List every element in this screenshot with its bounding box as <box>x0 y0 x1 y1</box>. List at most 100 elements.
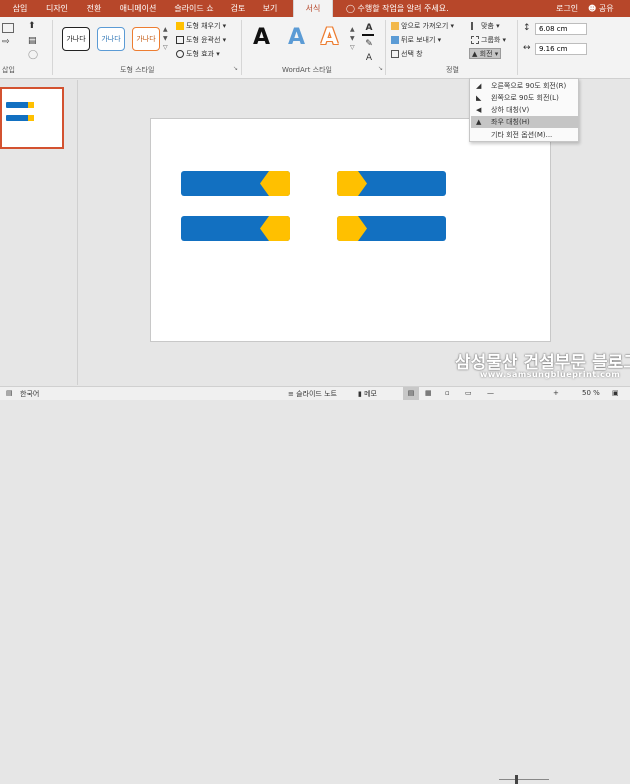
shape-style-orange[interactable]: 가나다 <box>132 27 160 51</box>
watermark-url: www.samsungblueprint.com <box>480 370 621 379</box>
shape-fill-button[interactable]: 도형 채우기 ▾ <box>176 21 226 32</box>
shape-outline-button[interactable]: 도형 윤곽선 ▾ <box>176 35 226 46</box>
share-label: 공유 <box>598 4 614 13</box>
flip-horizontal-label: 좌우 대칭(H) <box>491 118 530 126</box>
selection-pane-button[interactable]: 선택 창 <box>391 49 423 60</box>
spellcheck-icon[interactable]: ▤ <box>6 389 13 397</box>
tab-insert[interactable]: 삽입 <box>8 0 32 17</box>
send-backward-icon <box>391 36 399 44</box>
signin-link[interactable]: 로그인 <box>556 0 578 17</box>
ribbon-tab-bar: 삽입 디자인 전환 애니메이션 슬라이드 쇼 검토 보기 서식 ◯ 수행할 작업… <box>0 0 630 17</box>
flip-vertical-label: 상하 대칭(V) <box>491 106 530 114</box>
bring-forward-label: 앞으로 가져오기 <box>401 22 449 30</box>
shape-style-black[interactable]: 가나다 <box>62 27 90 51</box>
tab-transitions[interactable]: 전환 <box>80 0 108 17</box>
shape-outline-label: 도형 윤곽선 <box>186 36 221 44</box>
tell-me-box[interactable]: ◯ 수행할 작업을 알려 주세요. <box>346 0 449 17</box>
slide-canvas[interactable] <box>150 118 551 342</box>
shape-style-blue[interactable]: 가나다 <box>97 27 125 51</box>
bring-forward-button[interactable]: 앞으로 가져오기 ▾ <box>391 21 454 32</box>
slide-thumbnail-panel <box>0 80 78 385</box>
shape-bar-bottom-left[interactable] <box>181 216 290 241</box>
align-button[interactable]: 맞춤 ▾ <box>471 21 500 32</box>
flip-vertical-item[interactable]: ◀ 상하 대칭(V) <box>471 104 578 116</box>
notes-button[interactable]: ≡ 슬라이드 노트 <box>288 389 337 399</box>
text-effects-icon[interactable]: A <box>362 52 376 64</box>
group-button[interactable]: 그룹화 ▾ <box>471 35 506 46</box>
rotate-button[interactable]: ▲ 회전 ▾ <box>469 48 502 59</box>
group-divider <box>385 20 386 75</box>
rotate-icon: ▲ <box>472 50 478 58</box>
shape-effects-button[interactable]: 도형 효과 ▾ <box>176 49 220 60</box>
shape-bar-top-left[interactable] <box>181 171 290 196</box>
language-status[interactable]: 한국어 <box>20 389 39 399</box>
dialog-launcher-icon[interactable]: ↘ <box>233 65 238 72</box>
rotate-right-90-item[interactable]: ◢ 오른쪽으로 90도 회전(R) <box>471 80 578 92</box>
zoom-slider-handle[interactable] <box>515 775 518 784</box>
send-backward-button[interactable]: 뒤로 보내기 ▾ <box>391 35 441 46</box>
tab-slideshow[interactable]: 슬라이드 쇼 <box>168 0 220 17</box>
rectangle-shape-icon[interactable] <box>2 23 14 33</box>
shape-fill-label: 도형 채우기 <box>186 22 221 30</box>
share-button[interactable]: ☻ 공유 <box>588 0 614 17</box>
rotate-dropdown-menu: ◢ 오른쪽으로 90도 회전(R) ◣ 왼쪽으로 90도 회전(L) ◀ 상하 대칭(… <box>469 78 579 142</box>
bring-forward-icon <box>391 22 399 30</box>
fit-to-window-icon[interactable]: ▣ <box>612 389 619 397</box>
status-bar: ▤ 한국어 ≡ 슬라이드 노트 ▮ 메모 ▤ ▦ ▫ ▭ — + 50 % ▣ <box>0 386 630 784</box>
textbox-icon[interactable]: ▤ <box>28 36 40 46</box>
notes-icon: ≡ <box>288 390 294 398</box>
wordart-orange[interactable]: A <box>321 25 338 50</box>
shape-height-field[interactable] <box>535 23 587 35</box>
selection-pane-icon <box>391 50 399 58</box>
wordart-gallery-scroll[interactable]: ▲ ▼ ▽ <box>350 25 355 52</box>
comments-label: 메모 <box>364 390 377 398</box>
slideshow-view-icon[interactable]: ▭ <box>465 389 472 397</box>
comment-icon: ▮ <box>358 390 362 398</box>
text-fill-icon[interactable]: A <box>362 22 376 34</box>
person-icon: ☻ <box>588 4 597 13</box>
width-icon: ↔ <box>523 43 531 53</box>
shape-bar-bottom-right[interactable] <box>337 216 446 241</box>
rotate-label: 회전 <box>479 50 493 58</box>
more-rotation-options-item[interactable]: 기타 회전 옵션(M)... <box>471 129 578 141</box>
zoom-level[interactable]: 50 % <box>582 389 600 397</box>
effects-icon <box>176 50 184 58</box>
group-icon <box>471 36 479 44</box>
comments-button[interactable]: ▮ 메모 <box>358 389 377 399</box>
group-divider <box>52 20 53 75</box>
shape-bar-top-right[interactable] <box>337 171 446 196</box>
tab-review[interactable]: 검토 <box>226 0 250 17</box>
shape-width-field[interactable] <box>535 43 587 55</box>
ribbon: ⇨ ⬆ ▤ ◯ 삽입 가나다 가나다 가나다 ▲ ▼ ▽ 도형 채우기 ▾ 도형 윤… <box>0 17 630 79</box>
group-shape-styles-label: 도형 스타일 <box>120 66 155 74</box>
tab-animations[interactable]: 애니메이션 <box>114 0 162 17</box>
rotate-right-90-label: 오른쪽으로 90도 회전(R) <box>491 82 567 90</box>
shape-style-gallery-scroll[interactable]: ▲ ▼ ▽ <box>163 25 168 52</box>
rotate-left-90-item[interactable]: ◣ 왼쪽으로 90도 회전(L) <box>471 92 578 104</box>
group-arrange-label: 정렬 <box>446 66 459 74</box>
zoom-out-button[interactable]: — <box>487 389 494 397</box>
slide-sorter-icon[interactable]: ▦ <box>425 389 432 397</box>
group-divider <box>517 20 518 75</box>
tab-view[interactable]: 보기 <box>258 0 282 17</box>
group-wordart-label: WordArt 스타일 <box>282 66 332 74</box>
edit-shape-icon[interactable]: ⬆ <box>28 21 40 31</box>
zoom-slider-track[interactable] <box>499 779 549 780</box>
tab-design[interactable]: 디자인 <box>40 0 74 17</box>
text-outline-icon[interactable]: ✎ <box>362 38 376 50</box>
wordart-blue[interactable]: A <box>288 25 305 50</box>
slide-thumbnail[interactable] <box>0 87 64 149</box>
tab-format[interactable]: 서식 <box>293 0 333 17</box>
flip-horizontal-item[interactable]: ▲ 좌우 대칭(H) <box>471 116 578 128</box>
reading-view-icon[interactable]: ▫ <box>445 389 450 397</box>
dialog-launcher-icon[interactable]: ↘ <box>378 65 383 72</box>
normal-view-icon[interactable]: ▤ <box>403 387 419 400</box>
wordart-black[interactable]: A <box>253 25 270 50</box>
flip-horizontal-icon: ▲ <box>476 118 482 126</box>
selection-pane-label: 선택 창 <box>401 50 423 58</box>
merge-shapes-icon[interactable]: ◯ <box>28 50 40 60</box>
arrow-shape-icon[interactable]: ⇨ <box>2 37 14 47</box>
zoom-in-button[interactable]: + <box>553 389 559 397</box>
rotate-left-90-label: 왼쪽으로 90도 회전(L) <box>491 94 559 102</box>
group-insert-label: 삽입 <box>2 66 15 74</box>
